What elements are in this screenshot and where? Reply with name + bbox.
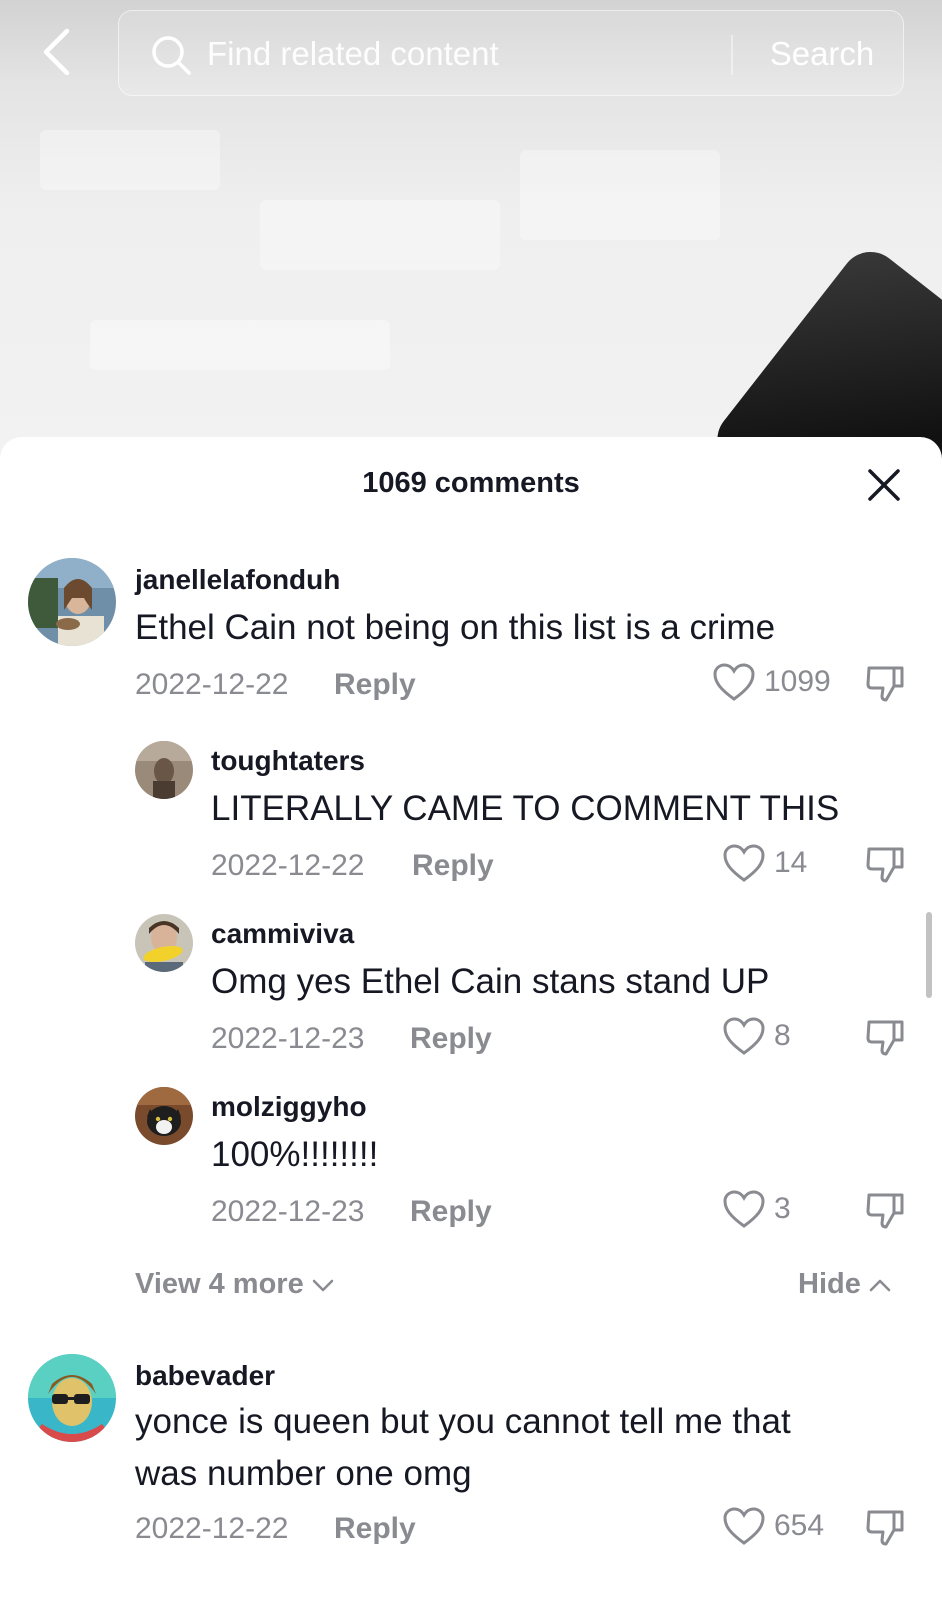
comment-username[interactable]: cammiviva: [211, 918, 354, 950]
heart-outline-icon: [723, 1017, 765, 1055]
chevron-left-icon: [43, 28, 70, 76]
view-more-replies-button[interactable]: View 4 more: [135, 1268, 336, 1301]
chevron-up-icon: [869, 1279, 891, 1291]
comment-username[interactable]: toughtaters: [211, 745, 365, 777]
comment-date: 2022-12-23: [211, 1195, 365, 1228]
dislike-button[interactable]: [864, 1189, 906, 1231]
comment-text: Ethel Cain not being on this list is a c…: [135, 608, 776, 647]
hide-label: Hide: [798, 1268, 861, 1300]
avatar-image: [135, 1087, 193, 1145]
comment-item: babevader yonce is queen but you cannot …: [0, 1354, 942, 1600]
avatar[interactable]: [135, 741, 193, 799]
reply-button[interactable]: Reply: [410, 1022, 492, 1056]
comment-date: 2022-12-22: [135, 668, 289, 701]
avatar-image: [28, 558, 116, 646]
search-button[interactable]: Search: [747, 27, 897, 81]
reply-item: cammiviva Omg yes Ethel Cain stans stand…: [0, 914, 942, 1064]
like-count: 14: [774, 846, 808, 879]
like-button[interactable]: 3: [722, 1189, 791, 1229]
like-count: 1099: [764, 665, 831, 698]
reply-button[interactable]: Reply: [412, 849, 494, 883]
avatar[interactable]: [28, 558, 116, 646]
thumbs-down-icon: [866, 847, 904, 883]
reply-item: toughtaters LITERALLY CAME TO COMMENT TH…: [0, 741, 942, 891]
back-button[interactable]: [30, 22, 82, 82]
thumbs-down-icon: [866, 1193, 904, 1229]
chevron-down-icon: [312, 1279, 333, 1291]
video-blur-shape: [260, 200, 500, 270]
like-count: 3: [774, 1192, 791, 1225]
close-icon: [868, 469, 900, 501]
video-blur-shape: [520, 150, 720, 240]
avatar[interactable]: [135, 914, 193, 972]
dislike-button[interactable]: [864, 1506, 906, 1548]
like-count: 8: [774, 1019, 791, 1052]
like-button[interactable]: 1099: [712, 662, 831, 702]
thumbs-down-icon: [866, 1510, 904, 1546]
comment-text: 100%!!!!!!!!: [211, 1135, 379, 1174]
dislike-button[interactable]: [864, 662, 906, 704]
heart-outline-icon: [723, 844, 765, 882]
heart-outline-icon: [723, 1190, 765, 1228]
video-blur-shape: [40, 130, 220, 190]
search-icon: [152, 36, 191, 75]
comments-count-title: 1069 comments: [362, 467, 580, 499]
heart-outline-icon: [713, 663, 755, 701]
comment-date: 2022-12-22: [211, 849, 365, 882]
comment-username[interactable]: babevader: [135, 1360, 275, 1392]
reply-button[interactable]: Reply: [410, 1195, 492, 1229]
search-divider: [731, 35, 733, 75]
like-button[interactable]: 654: [722, 1506, 824, 1546]
view-more-label: View 4 more: [135, 1268, 304, 1300]
scrollbar[interactable]: [926, 912, 932, 998]
like-count: 654: [774, 1509, 825, 1542]
video-blur-shape: [90, 320, 390, 370]
top-bar: Search: [0, 0, 942, 110]
search-box: Search: [118, 10, 904, 96]
avatar-image: [135, 914, 193, 972]
search-input[interactable]: [207, 27, 727, 81]
comment-username[interactable]: janellelafonduh: [135, 564, 340, 596]
avatar-image: [135, 741, 193, 799]
dislike-button[interactable]: [864, 1016, 906, 1058]
video-dark-object: [705, 239, 942, 470]
avatar[interactable]: [135, 1087, 193, 1145]
reply-button[interactable]: Reply: [334, 1512, 416, 1546]
thumbs-down-icon: [866, 1020, 904, 1056]
comment-text: LITERALLY CAME TO COMMENT THIS: [211, 789, 840, 828]
comment-item: janellelafonduh Ethel Cain not being on …: [0, 558, 942, 708]
thumbs-down-icon: [866, 666, 904, 702]
reply-button[interactable]: Reply: [334, 668, 416, 702]
close-button[interactable]: [864, 465, 904, 505]
reply-item: molziggyho 100%!!!!!!!! 2022-12-23 Reply…: [0, 1087, 942, 1237]
like-button[interactable]: 8: [722, 1016, 791, 1056]
avatar-image: [28, 1354, 116, 1442]
comment-text: Omg yes Ethel Cain stans stand UP: [211, 962, 770, 1001]
heart-outline-icon: [723, 1507, 765, 1545]
comment-text: yonce is queen but you cannot tell me th…: [135, 1402, 791, 1493]
avatar[interactable]: [28, 1354, 116, 1442]
dislike-button[interactable]: [864, 843, 906, 885]
comment-date: 2022-12-22: [135, 1512, 289, 1545]
hide-replies-button[interactable]: Hide: [798, 1268, 893, 1301]
comment-date: 2022-12-23: [211, 1022, 365, 1055]
like-button[interactable]: 14: [722, 843, 807, 883]
comment-username[interactable]: molziggyho: [211, 1091, 367, 1123]
